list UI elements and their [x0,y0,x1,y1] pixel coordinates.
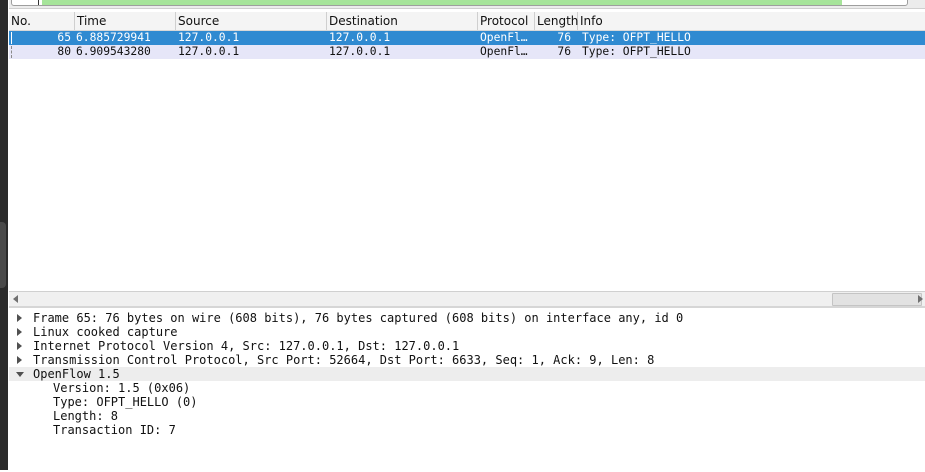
filter-valid-indicator [42,0,842,5]
tree-leaf-length[interactable]: Length: 8 [9,409,925,423]
expand-arrow-icon[interactable] [17,356,22,364]
tree-node-label: Transaction ID: 7 [53,423,176,437]
tree-node-label: Transmission Control Protocol, Src Port:… [33,353,655,367]
packet-row[interactable]: 65 6.885729941 127.0.0.1 127.0.0.1 OpenF… [9,31,925,45]
cell-time: 6.909543280 [76,45,151,58]
display-filter-bar [9,0,925,8]
column-header-destination[interactable]: Destination [327,12,478,30]
cell-info: Type: OFPT_HELLO [582,31,691,44]
cell-length: 76 [557,45,571,58]
tree-node-frame[interactable]: Frame 65: 76 bytes on wire (608 bits), 7… [9,311,925,325]
cell-destination: 127.0.0.1 [329,45,391,58]
expand-arrow-icon[interactable] [17,314,22,322]
cell-source: 127.0.0.1 [178,31,240,44]
collapse-arrow-icon[interactable] [16,372,24,377]
expand-arrow-icon[interactable] [17,328,22,336]
packet-details-pane: Frame 65: 76 bytes on wire (608 bits), 7… [9,306,925,472]
tree-node-label: Linux cooked capture [33,325,178,339]
cell-length: 76 [557,31,571,44]
column-header-protocol[interactable]: Protocol [478,12,535,30]
column-header-length[interactable]: Length [535,12,578,30]
tree-leaf-transaction-id[interactable]: Transaction ID: 7 [9,423,925,437]
column-header-info[interactable]: Info [578,12,925,30]
tree-node-label: Frame 65: 76 bytes on wire (608 bits), 7… [33,311,684,325]
scroll-left-arrow-icon[interactable] [13,295,18,303]
cell-no: 65 [57,31,71,44]
tree-node-tcp[interactable]: Transmission Control Protocol, Src Port:… [9,353,925,367]
column-header-source[interactable]: Source [176,12,327,30]
tree-node-openflow[interactable]: OpenFlow 1.5 [9,367,925,381]
tree-node-label: OpenFlow 1.5 [33,367,120,381]
tree-node-ipv4[interactable]: Internet Protocol Version 4, Src: 127.0.… [9,339,925,353]
cell-source: 127.0.0.1 [178,45,240,58]
tree-node-label: Length: 8 [53,409,119,423]
expand-arrow-icon[interactable] [17,342,22,350]
column-header-no[interactable]: No. [9,12,75,30]
tree-node-label: Internet Protocol Version 4, Src: 127.0.… [33,339,460,353]
scrollbar-thumb[interactable] [832,293,922,306]
scroll-right-arrow-icon[interactable] [918,295,923,303]
tree-node-label: Version: 1.5 (0x06) [53,381,191,395]
tree-node-linux-cooked[interactable]: Linux cooked capture [9,325,925,339]
cell-time: 6.885729941 [76,31,151,44]
cell-no: 80 [57,45,71,58]
cell-protocol: OpenFl… [480,31,528,44]
text-caret [38,0,39,5]
packet-list-horizontal-scrollbar[interactable] [9,291,925,307]
side-handle[interactable] [0,222,6,288]
cell-protocol: OpenFl… [480,45,528,58]
packet-list-header: No. Time Source Destination Protocol Len… [9,12,925,31]
column-header-time[interactable]: Time [75,12,176,30]
packet-details-tree: Frame 65: 76 bytes on wire (608 bits), 7… [9,311,925,437]
packet-row[interactable]: 80 6.909543280 127.0.0.1 127.0.0.1 OpenF… [9,45,925,59]
tree-node-label: Type: OFPT_HELLO (0) [53,395,198,409]
packet-rows: 65 6.885729941 127.0.0.1 127.0.0.1 OpenF… [9,31,925,59]
packet-list-pane: No. Time Source Destination Protocol Len… [9,8,925,292]
left-window-edge [0,0,8,470]
display-filter-input[interactable] [11,0,908,6]
tree-leaf-version[interactable]: Version: 1.5 (0x06) [9,381,925,395]
cell-info: Type: OFPT_HELLO [582,45,691,58]
cell-destination: 127.0.0.1 [329,31,391,44]
tree-leaf-type[interactable]: Type: OFPT_HELLO (0) [9,395,925,409]
